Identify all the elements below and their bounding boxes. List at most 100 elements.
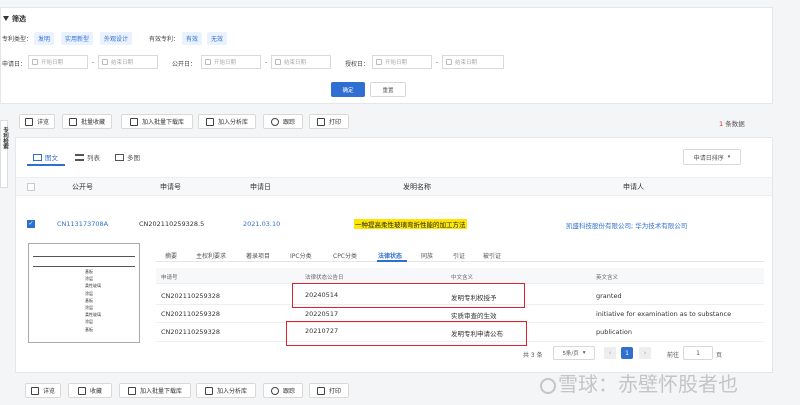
page-1-button[interactable]: 1: [621, 347, 633, 359]
highlight-box-granted: [292, 283, 525, 308]
snowball-logo-icon: [540, 377, 556, 394]
goto-page-input[interactable]: 1: [683, 346, 713, 360]
add-analysis-button-bottom[interactable]: 加入分析库: [196, 383, 256, 398]
grid-icon: [33, 153, 42, 161]
tag-valid[interactable]: 有效: [182, 32, 203, 45]
apply-date-label: 申请日：: [2, 61, 27, 68]
col-title[interactable]: 发明名称: [403, 182, 431, 192]
pub-date-label: 公开日：: [172, 61, 197, 68]
analysis-icon: [205, 117, 214, 126]
track-button[interactable]: 跟踪: [263, 114, 303, 129]
tab-image-text[interactable]: 图文: [33, 152, 58, 162]
legal-row-app: CN202110259328: [161, 310, 221, 318]
drawing-label: 基板: [85, 269, 93, 274]
document-icon: [30, 386, 39, 395]
add-batch-download-button[interactable]: 加入批量下载库: [121, 114, 193, 129]
tab-legal-status[interactable]: 法律状态: [378, 251, 402, 260]
tag-utility[interactable]: 实用新型: [61, 32, 94, 45]
result-count: 1 条数据: [719, 120, 745, 128]
dash: -: [92, 59, 95, 66]
patent-type-label: 专利类型：: [2, 36, 33, 43]
applicant-link[interactable]: 凯盛科技股份有限公司; 华为技术有限公司: [566, 220, 687, 230]
filter-icon: [3, 16, 9, 21]
track-button-bottom[interactable]: 跟踪: [263, 383, 303, 398]
patent-title-link[interactable]: 一种提高柔性玻璃弯折性能的加工方法: [354, 219, 467, 229]
legal-row-app: CN202110259328: [161, 328, 221, 336]
dash: -: [265, 59, 268, 66]
folder-icon: [68, 117, 77, 126]
tab-multi-image[interactable]: 多图: [115, 152, 140, 162]
valid-label: 有效专利：: [149, 36, 180, 43]
col-app-date[interactable]: 申请日: [250, 182, 271, 192]
reset-button[interactable]: 重置: [370, 82, 406, 97]
calendar-icon: [446, 59, 452, 65]
drawing-label: 基板: [85, 297, 93, 303]
chevron-down-icon: ▾: [727, 154, 731, 160]
pub-start-input[interactable]: 开始日期: [201, 55, 261, 69]
tab-citation[interactable]: 引证: [453, 251, 465, 260]
calendar-icon: [205, 59, 211, 65]
legal-row-en: initiative for examination as to substan…: [596, 310, 732, 318]
print-button[interactable]: 打印: [309, 114, 349, 129]
tag-invention[interactable]: 发明: [34, 32, 55, 45]
filter-title: 筛选: [3, 14, 26, 24]
drawing-label: 涂层: [85, 290, 93, 296]
apply-end-input[interactable]: 结束日期: [98, 55, 158, 69]
pub-end-input[interactable]: 结束日期: [271, 55, 331, 69]
side-strip[interactable]: 专利检索: [0, 120, 8, 188]
pub-no-link[interactable]: CN113173708A: [57, 220, 108, 228]
legal-row-cn: 实质审查的生效: [451, 312, 497, 320]
sort-select[interactable]: 申请日排序 ▾: [683, 149, 741, 165]
grant-end-input[interactable]: 结束日期: [442, 55, 504, 69]
batch-favorite-button[interactable]: 批量收藏: [62, 114, 112, 129]
tab-family[interactable]: 同族: [421, 251, 433, 260]
highlight-box-publication: [286, 321, 527, 346]
download-icon: [129, 117, 138, 126]
drawing-labels: 基板 涂层 柔性玻璃 涂层 基板 涂层 柔性玻璃 涂层 基板: [85, 268, 133, 334]
row-checkbox[interactable]: ✓: [27, 220, 35, 228]
document-icon: [24, 117, 33, 126]
patent-drawing-thumbnail[interactable]: 基板 涂层 柔性玻璃 涂层 基板 涂层 柔性玻璃 涂层 基板: [28, 243, 140, 343]
tab-list[interactable]: 列表: [75, 152, 100, 162]
apply-start-input[interactable]: 开始日期: [28, 55, 88, 69]
add-analysis-button[interactable]: 加入分析库: [198, 114, 256, 129]
tab-bibliographic[interactable]: 著录项目: [246, 251, 270, 260]
favorite-button-bottom[interactable]: 收藏: [68, 383, 112, 398]
col-pub-no[interactable]: 公开号: [72, 182, 93, 192]
legal-row-en: granted: [596, 292, 622, 300]
tag-invalid[interactable]: 无效: [207, 32, 228, 45]
legal-col-en: 英文含义: [596, 275, 619, 281]
confirm-button[interactable]: 确定: [331, 82, 365, 97]
col-applicant[interactable]: 申请人: [623, 182, 644, 192]
legal-row-en: publication: [596, 328, 632, 336]
drawing-label: 柔性玻璃: [85, 283, 101, 289]
goto-label: 前往: [667, 352, 680, 359]
tab-ipc[interactable]: IPC分类: [290, 251, 312, 260]
select-all-checkbox[interactable]: [27, 183, 35, 191]
tab-cpc[interactable]: CPC分类: [333, 251, 357, 260]
grant-start-input[interactable]: 开始日期: [372, 55, 432, 69]
watermark: 雪球：赤壁怀股者也: [540, 368, 738, 397]
legal-col-cn: 中文含义: [451, 275, 474, 281]
tab-main-claim[interactable]: 主权利要求: [196, 251, 226, 260]
dash: -: [436, 59, 439, 66]
tab-abstract[interactable]: 摘要: [165, 251, 177, 260]
tag-design[interactable]: 外观设计: [100, 32, 133, 45]
printer-icon: [316, 117, 325, 126]
legal-tab-underline: [377, 260, 407, 262]
list-icon: [75, 153, 84, 161]
print-button-bottom[interactable]: 打印: [309, 383, 349, 398]
next-page-icon[interactable]: ›: [639, 347, 651, 359]
detail-view-button-bottom[interactable]: 详览: [25, 383, 61, 398]
tab-cited-by[interactable]: 被引证: [483, 251, 501, 260]
pagination-total: 共 3 条: [523, 352, 543, 359]
drawing-label: 柔性玻璃: [85, 312, 101, 318]
prev-page-icon[interactable]: ‹: [604, 347, 616, 359]
col-app-no[interactable]: 申请号: [160, 182, 181, 192]
drawing-label: 涂层: [85, 305, 93, 311]
calendar-icon: [376, 59, 382, 65]
add-batch-download-button-bottom[interactable]: 加入批量下载库: [119, 383, 191, 398]
legal-row-date: 20220517: [305, 310, 339, 318]
page-size-select[interactable]: 5条/页 ▾: [553, 346, 595, 360]
detail-view-button[interactable]: 详览: [19, 114, 55, 129]
